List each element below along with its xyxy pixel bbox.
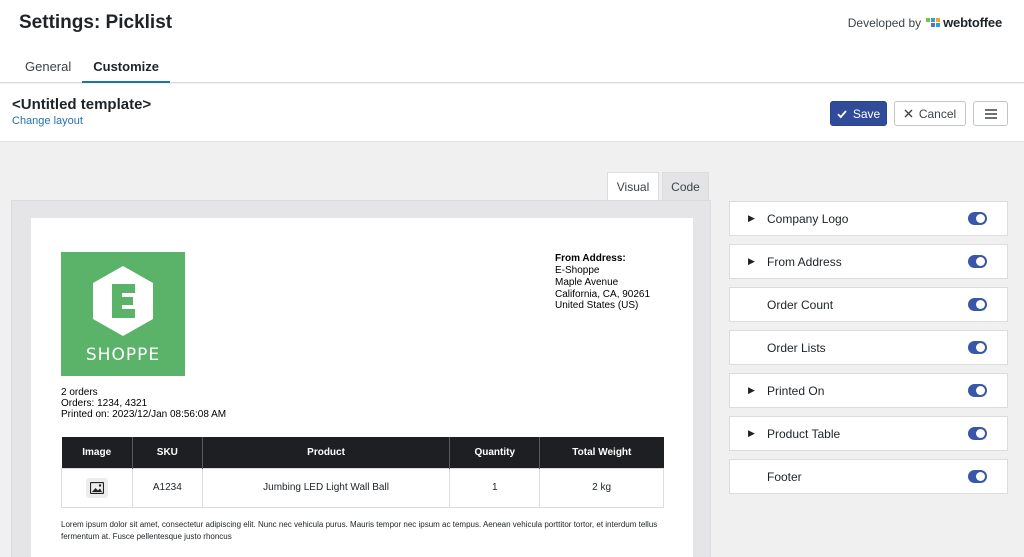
- from-address-line: United States (US): [555, 300, 639, 311]
- save-label: Save: [852, 106, 881, 121]
- webtoffee-logo[interactable]: webtoffee: [926, 15, 1002, 30]
- caret-right-icon: ▶: [748, 256, 755, 266]
- developer-credit: Developed by webtoffee: [848, 15, 1002, 30]
- column-header: Quantity: [449, 437, 540, 468]
- column-header: Total Weight: [539, 437, 664, 468]
- cancel-button[interactable]: Cancel: [894, 101, 966, 126]
- toggle-switch[interactable]: [968, 427, 987, 440]
- section-product-table[interactable]: ▶ Product Table: [729, 416, 1008, 451]
- menu-button[interactable]: [973, 101, 1008, 126]
- section-company-logo[interactable]: ▶ Company Logo: [729, 201, 1008, 236]
- template-name: <Untitled template>: [12, 96, 152, 113]
- column-header: SKU: [131, 437, 203, 468]
- from-address-line: E-Shoppe: [555, 265, 600, 276]
- section-label: Product Table: [767, 426, 841, 441]
- column-header: Image: [61, 437, 133, 468]
- toggle-switch[interactable]: [968, 384, 987, 397]
- section-footer[interactable]: Footer: [729, 459, 1008, 494]
- section-label: Company Logo: [767, 211, 849, 226]
- section-label: Printed On: [767, 383, 825, 398]
- image-cell: [61, 467, 133, 508]
- from-address-line: Maple Avenue: [555, 277, 619, 288]
- checkmark-icon: [837, 109, 847, 118]
- section-label: Order Count: [767, 297, 834, 312]
- order-list: Orders: 1234, 4321: [61, 398, 148, 409]
- column-header: Product: [201, 437, 450, 468]
- from-address-line: California, CA, 90261: [555, 289, 651, 300]
- tab-customize[interactable]: Customize: [82, 53, 170, 83]
- order-count: 2 orders: [61, 387, 98, 398]
- from-address-title: From Address:: [555, 253, 626, 264]
- section-order-count[interactable]: Order Count: [729, 287, 1008, 322]
- tab-visual[interactable]: Visual: [607, 172, 659, 201]
- weight-cell: 2 kg: [539, 467, 664, 508]
- product-table: Image SKU Product Quantity Total Weight …: [61, 437, 664, 508]
- save-button[interactable]: Save: [830, 101, 887, 126]
- brand-name: webtoffee: [943, 15, 1002, 30]
- hamburger-icon: [984, 108, 997, 119]
- toggle-switch[interactable]: [968, 212, 987, 225]
- sku-cell: A1234: [131, 467, 203, 508]
- quantity-cell: 1: [449, 467, 541, 508]
- footer-text: Lorem ipsum dolor sit amet, consectetur …: [61, 520, 658, 541]
- logo-text: SHOPPE: [86, 345, 160, 365]
- preview-area: SHOPPE From Address: E-Shoppe Maple Aven…: [11, 200, 711, 557]
- section-label: Footer: [767, 469, 802, 484]
- cancel-label: Cancel: [918, 106, 957, 121]
- document-preview: SHOPPE From Address: E-Shoppe Maple Aven…: [31, 218, 693, 557]
- company-logo: SHOPPE: [61, 252, 185, 376]
- webtoffee-mark-icon: [926, 18, 941, 27]
- tab-code[interactable]: Code: [662, 172, 709, 201]
- product-cell: Jumbing LED Light Wall Ball: [201, 467, 451, 508]
- tab-general[interactable]: General: [14, 53, 82, 83]
- section-label: Order Lists: [767, 340, 826, 355]
- toggle-switch[interactable]: [968, 298, 987, 311]
- settings-tabs: General Customize: [14, 53, 170, 83]
- toggle-switch[interactable]: [968, 470, 987, 483]
- page-title: Settings: Picklist: [19, 12, 173, 33]
- eshoppe-logo-icon: SHOPPE: [86, 266, 160, 365]
- developed-by-label: Developed by: [847, 15, 922, 30]
- close-icon: [904, 109, 913, 118]
- section-order-lists[interactable]: Order Lists: [729, 330, 1008, 365]
- section-label: From Address: [767, 254, 842, 269]
- section-printed-on[interactable]: ▶ Printed On: [729, 373, 1008, 408]
- caret-right-icon: ▶: [748, 213, 755, 223]
- table-row: A1234 Jumbing LED Light Wall Ball 1 2 kg: [61, 467, 664, 508]
- change-layout-link[interactable]: Change layout: [12, 115, 83, 127]
- image-icon: [85, 477, 108, 498]
- printed-on: Printed on: 2023/12/Jan 08:56:08 AM: [61, 409, 227, 420]
- toggle-switch[interactable]: [968, 341, 987, 354]
- view-tabs: Visual Code: [607, 172, 709, 201]
- top-bar: Settings: Picklist Developed by webtoffe…: [0, 0, 1024, 83]
- caret-right-icon: ▶: [748, 428, 755, 438]
- caret-right-icon: ▶: [748, 385, 755, 395]
- toggle-switch[interactable]: [968, 255, 987, 268]
- section-from-address[interactable]: ▶ From Address: [729, 244, 1008, 279]
- template-bar: <Untitled template> Change layout Save C…: [0, 84, 1024, 142]
